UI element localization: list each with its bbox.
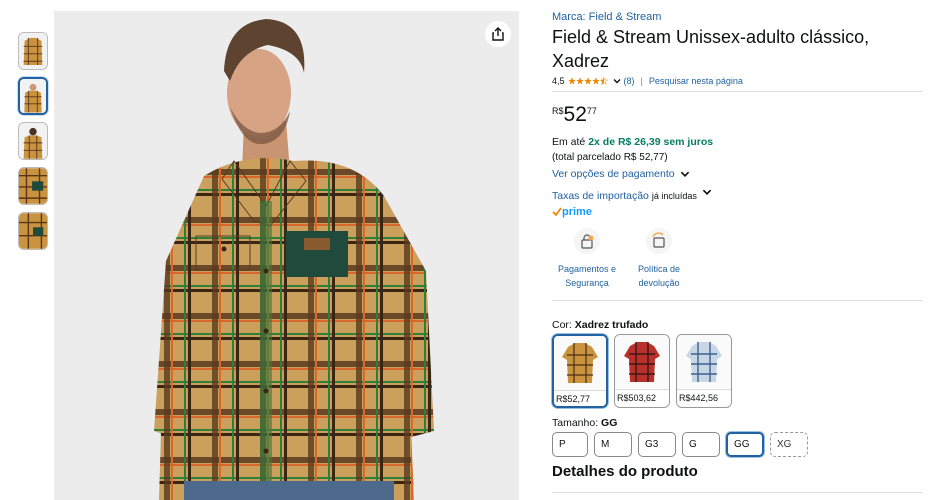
color-selected-value: Xadrez trufado [574, 319, 649, 331]
size-label-prefix: Tamanho: [552, 417, 599, 429]
thumbnail-2[interactable] [18, 77, 48, 115]
import-taxes-note: já incluídas [651, 191, 697, 201]
price-whole: 52 [563, 103, 587, 126]
color-label: Cor: Xadrez trufado [552, 319, 648, 331]
color-swatch-price: R$442,56 [677, 389, 731, 406]
installment-prefix: Em até [552, 136, 586, 148]
prime-label: prime [562, 206, 592, 218]
installment-total: (total parcelado R$ 52,77) [552, 152, 668, 163]
feature-payments-security[interactable]: Pagamentos e Segurança [552, 228, 622, 290]
shirt-thumbnail-blue-icon [686, 342, 722, 382]
thumbnail-3[interactable] [18, 122, 48, 160]
return-box-icon [646, 228, 672, 254]
size-label: Tamanho: GG [552, 417, 617, 429]
share-button[interactable] [485, 21, 511, 47]
payment-options-link[interactable]: Ver opções de pagamento [552, 168, 691, 180]
half-star-icon [599, 77, 608, 85]
feature-label: Pagamentos e Segurança [557, 264, 617, 288]
feature-label: Política de devolução [637, 264, 681, 288]
payment-options-label: Ver opções de pagamento [552, 168, 675, 180]
color-swatch[interactable]: R$503,62 [614, 334, 670, 408]
check-icon [552, 207, 562, 217]
feature-return-policy[interactable]: Política de devolução [624, 228, 694, 290]
review-count-link[interactable]: (8) [624, 76, 635, 86]
thumbnail-1[interactable] [18, 32, 48, 70]
size-option-unavailable[interactable]: XG [770, 432, 808, 457]
product-title: Field & Stream Unissex-adulto clássico, … [552, 27, 870, 71]
color-swatch[interactable]: R$52,77 [552, 334, 608, 408]
thumbnail-5[interactable] [18, 212, 48, 250]
chevron-down-icon[interactable] [612, 76, 622, 86]
color-swatches: R$52,77 R$503,62 R$442,56 [552, 334, 732, 408]
divider [552, 300, 922, 301]
shirt-thumbnail-red-icon [624, 342, 660, 382]
chevron-down-icon[interactable] [701, 186, 713, 198]
product-details-heading: Detalhes do produto [552, 463, 698, 480]
rating-stars[interactable] [567, 77, 608, 85]
star-icon [567, 77, 576, 85]
size-option[interactable]: G [682, 432, 720, 457]
import-taxes: Taxas de importação já incluídas [552, 189, 713, 202]
import-taxes-link[interactable]: Taxas de importação [552, 190, 649, 202]
size-option[interactable]: P [552, 432, 588, 457]
size-selected-value: GG [601, 417, 618, 429]
prime-badge: prime [552, 206, 592, 218]
divider [552, 91, 922, 92]
brand-link[interactable]: Marca: Field & Stream [552, 11, 661, 23]
size-option[interactable]: M [594, 432, 632, 457]
share-icon [492, 27, 504, 41]
price-fraction: 77 [586, 106, 597, 116]
thumbnail-4[interactable] [18, 167, 48, 205]
price-currency: R$ [552, 106, 564, 116]
size-option[interactable]: G3 [638, 432, 676, 457]
size-option[interactable]: GG [726, 432, 764, 457]
color-swatch-price: R$503,62 [615, 389, 669, 406]
installment-terms: 2x de R$ 26,39 sem juros [588, 136, 714, 148]
model-wearing-shirt-image [54, 11, 519, 500]
color-swatch-price: R$52,77 [554, 390, 606, 406]
star-icon [591, 77, 600, 85]
shirt-thumbnail-tan-icon [562, 343, 598, 383]
color-swatch[interactable]: R$442,56 [676, 334, 732, 408]
price: R$ 52 77 [552, 103, 597, 127]
star-icon [583, 77, 592, 85]
search-page-link[interactable]: Pesquisar nesta página [649, 76, 743, 86]
star-icon [575, 77, 584, 85]
main-product-image[interactable] [54, 11, 519, 500]
color-label-prefix: Cor: [552, 319, 572, 331]
rating-value: 4,5 [552, 76, 565, 86]
chevron-down-icon [680, 171, 689, 177]
lock-card-icon [574, 228, 600, 254]
size-options: P M G3 G GG XG [552, 432, 808, 457]
thumbnail-strip [18, 32, 50, 257]
rating-row: 4,5 (8) | Pesquisar nesta página [552, 76, 743, 86]
divider [552, 492, 922, 493]
installment-offer: Em até 2x de R$ 26,39 sem juros [552, 136, 713, 148]
separator: | [640, 76, 643, 86]
